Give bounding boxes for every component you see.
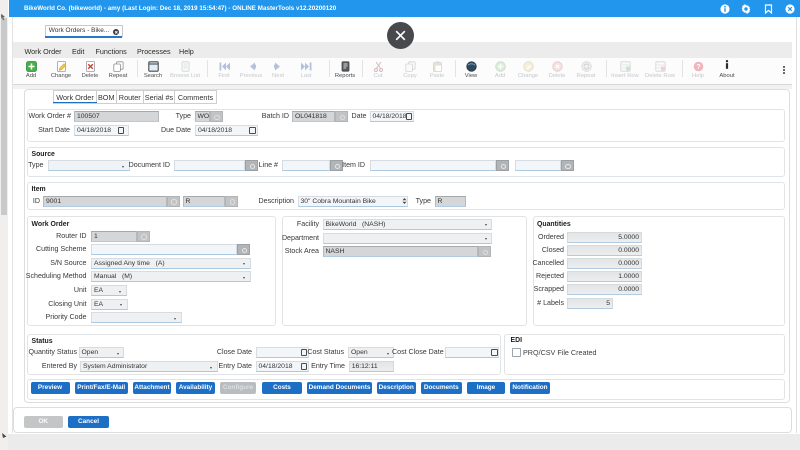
- svg-text:?: ?: [696, 64, 700, 71]
